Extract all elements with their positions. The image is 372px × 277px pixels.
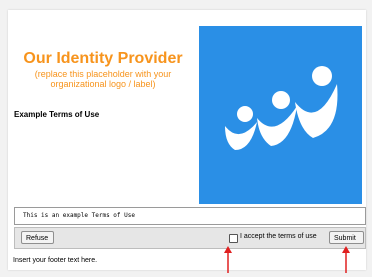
submit-button[interactable]: Submit (329, 231, 364, 244)
idp-title: Our Identity Provider (23, 50, 183, 67)
logo (199, 26, 362, 204)
idp-subtitle-line2: organizational logo / label) (50, 79, 156, 89)
terms-text: This is an example Terms of Use (23, 212, 135, 219)
terms-heading: Example Terms of Use (14, 110, 100, 119)
refuse-button[interactable]: Refuse (21, 231, 54, 244)
terms-text-area[interactable]: This is an example Terms of Use (14, 207, 366, 225)
arrow-up-icon (224, 246, 232, 273)
idp-subtitle-line1: (replace this placeholder with your (34, 69, 172, 79)
footer-text: Insert your footer text here. (13, 257, 98, 264)
page-container: Our Identity Provider (replace this plac… (8, 10, 366, 270)
idp-subtitle: (replace this placeholder with your orga… (28, 69, 178, 89)
action-bar: Refuse I accept the terms of use Submit (14, 227, 366, 249)
idp-placeholder-label: Our Identity Provider (replace this plac… (8, 10, 198, 110)
accept-terms-checkbox[interactable] (229, 234, 238, 243)
arrow-up-icon (342, 246, 350, 273)
accept-terms-label[interactable]: I accept the terms of use (240, 233, 317, 240)
logo-icon (225, 66, 338, 150)
